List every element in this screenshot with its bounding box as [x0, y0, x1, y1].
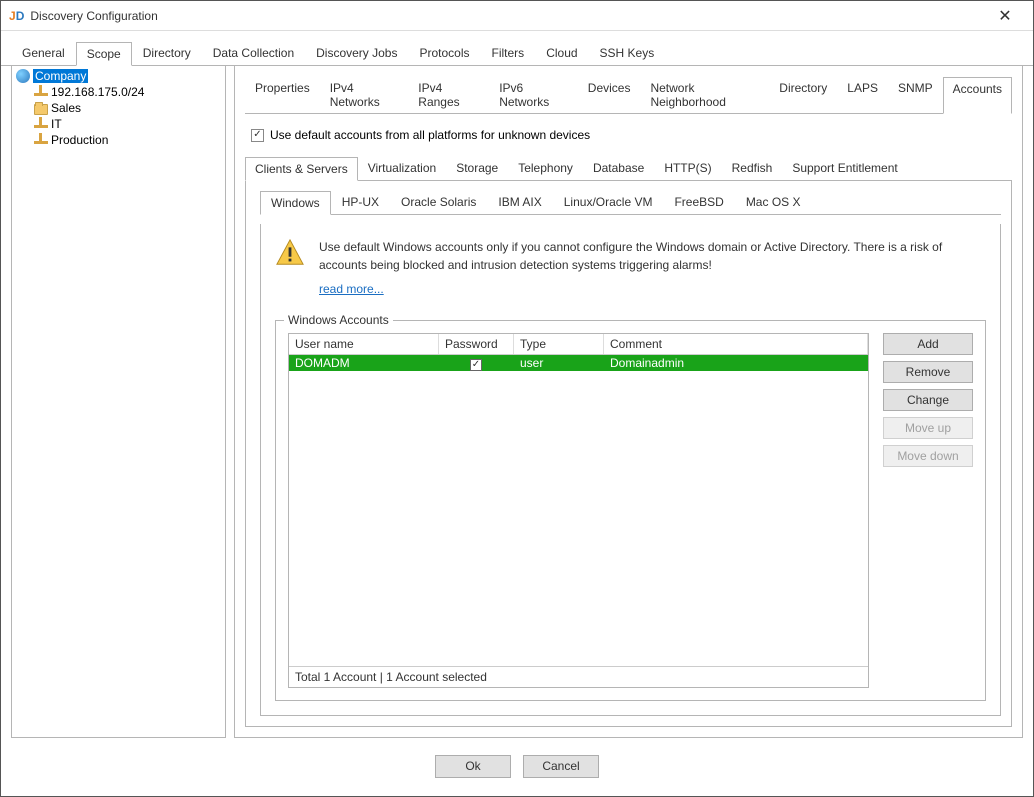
app-logo: JD [9, 9, 24, 23]
remove-button[interactable]: Remove [883, 361, 973, 383]
tree-label: Company [33, 69, 88, 83]
windows-accounts-fieldset: Windows Accounts User name Password Type… [275, 320, 986, 701]
tree-label: Production [51, 133, 108, 147]
stab-snmp[interactable]: SNMP [888, 76, 943, 113]
window-title: Discovery Configuration [30, 9, 985, 23]
cell-user: DOMADM [289, 356, 439, 370]
move-up-button: Move up [883, 417, 973, 439]
stab-ipv6-networks[interactable]: IPv6 Networks [489, 76, 578, 113]
os-tabs: Windows HP-UX Oracle Solaris IBM AIX Lin… [260, 190, 1001, 215]
tree-item-production[interactable]: Production [32, 132, 223, 148]
cancel-button[interactable]: Cancel [523, 755, 599, 778]
otab-windows[interactable]: Windows [260, 191, 331, 215]
stab-accounts[interactable]: Accounts [943, 77, 1012, 114]
windows-panel: Use default Windows accounts only if you… [260, 224, 1001, 716]
col-type[interactable]: Type [514, 334, 604, 354]
change-button[interactable]: Change [883, 389, 973, 411]
ctab-storage[interactable]: Storage [446, 156, 508, 180]
stab-laps[interactable]: LAPS [837, 76, 888, 113]
col-comment[interactable]: Comment [604, 334, 868, 354]
tab-data-collection[interactable]: Data Collection [202, 41, 305, 65]
fieldset-legend: Windows Accounts [284, 313, 393, 327]
network-icon [34, 133, 48, 147]
category-tabs: Clients & Servers Virtualization Storage… [245, 156, 1012, 181]
grid-footer: Total 1 Account | 1 Account selected [289, 666, 868, 687]
clients-servers-panel: Windows HP-UX Oracle Solaris IBM AIX Lin… [245, 180, 1012, 727]
move-down-button: Move down [883, 445, 973, 467]
right-panel: Properties IPv4 Networks IPv4 Ranges IPv… [234, 66, 1023, 738]
tree-item-sales[interactable]: Sales [32, 100, 223, 116]
otab-hpux[interactable]: HP-UX [331, 190, 390, 214]
sub-tabs: Properties IPv4 Networks IPv4 Ranges IPv… [245, 76, 1012, 114]
otab-oracle-solaris[interactable]: Oracle Solaris [390, 190, 487, 214]
tree-item-it[interactable]: IT [32, 116, 223, 132]
tab-scope[interactable]: Scope [76, 42, 132, 66]
ctab-clients-servers[interactable]: Clients & Servers [245, 157, 358, 181]
tree-item-network[interactable]: 192.168.175.0/24 [32, 84, 223, 100]
table-row[interactable]: DOMADM user Domainadmin [289, 355, 868, 371]
ctab-support-entitlement[interactable]: Support Entitlement [782, 156, 907, 180]
warning-icon [275, 238, 305, 298]
main-tabs: General Scope Directory Data Collection … [1, 31, 1033, 66]
tab-directory[interactable]: Directory [132, 41, 202, 65]
ok-button[interactable]: Ok [435, 755, 511, 778]
tree-root-company[interactable]: Company [14, 68, 223, 84]
col-password[interactable]: Password [439, 334, 514, 354]
globe-icon [16, 69, 30, 83]
ctab-redfish[interactable]: Redfish [722, 156, 783, 180]
close-icon[interactable]: ✕ [985, 6, 1025, 26]
otab-freebsd[interactable]: FreeBSD [663, 190, 734, 214]
cell-comment: Domainadmin [604, 356, 868, 370]
col-user[interactable]: User name [289, 334, 439, 354]
read-more-link[interactable]: read more... [319, 280, 384, 298]
default-accounts-row: Use default accounts from all platforms … [245, 124, 1012, 156]
stab-directory[interactable]: Directory [769, 76, 837, 113]
ctab-https[interactable]: HTTP(S) [654, 156, 721, 180]
otab-ibm-aix[interactable]: IBM AIX [487, 190, 552, 214]
stab-ipv4-networks[interactable]: IPv4 Networks [320, 76, 409, 113]
folder-icon [34, 104, 48, 115]
default-accounts-label: Use default accounts from all platforms … [270, 128, 590, 142]
ctab-telephony[interactable]: Telephony [508, 156, 583, 180]
stab-devices[interactable]: Devices [578, 76, 641, 113]
tab-protocols[interactable]: Protocols [408, 41, 480, 65]
tab-cloud[interactable]: Cloud [535, 41, 588, 65]
ctab-database[interactable]: Database [583, 156, 654, 180]
stab-properties[interactable]: Properties [245, 76, 320, 113]
tab-filters[interactable]: Filters [481, 41, 536, 65]
warning-text: Use default Windows accounts only if you… [319, 240, 942, 272]
scope-tree[interactable]: Company 192.168.175.0/24 Sales IT Produc… [11, 66, 226, 738]
titlebar: JD Discovery Configuration ✕ [1, 1, 1033, 31]
grid-header: User name Password Type Comment [289, 334, 868, 355]
stab-ipv4-ranges[interactable]: IPv4 Ranges [408, 76, 489, 113]
tab-general[interactable]: General [11, 41, 76, 65]
otab-linux-oracle-vm[interactable]: Linux/Oracle VM [553, 190, 664, 214]
tree-label: 192.168.175.0/24 [51, 85, 144, 99]
otab-macosx[interactable]: Mac OS X [735, 190, 812, 214]
check-icon [470, 359, 482, 371]
network-icon [34, 85, 48, 99]
add-button[interactable]: Add [883, 333, 973, 355]
tree-label: IT [51, 117, 62, 131]
ctab-virtualization[interactable]: Virtualization [358, 156, 446, 180]
network-icon [34, 117, 48, 131]
tree-label: Sales [51, 101, 81, 115]
cell-password [439, 356, 514, 371]
stab-network-neighborhood[interactable]: Network Neighborhood [640, 76, 769, 113]
tab-discovery-jobs[interactable]: Discovery Jobs [305, 41, 408, 65]
dialog-footer: Ok Cancel [1, 746, 1033, 786]
tab-ssh-keys[interactable]: SSH Keys [589, 41, 666, 65]
cell-type: user [514, 356, 604, 370]
accounts-grid[interactable]: User name Password Type Comment DOMADM u… [288, 333, 869, 688]
grid-buttons: Add Remove Change Move up Move down [883, 333, 973, 688]
default-accounts-checkbox[interactable] [251, 129, 264, 142]
